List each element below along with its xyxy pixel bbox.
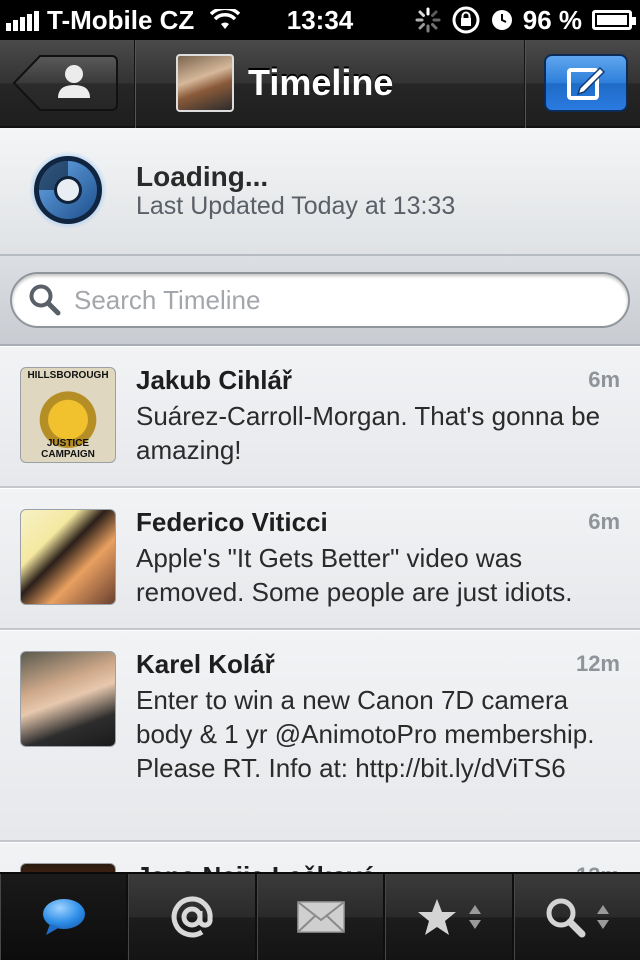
search-icon — [29, 284, 61, 316]
speech-bubble-icon — [42, 899, 85, 935]
tweet-time: 13m — [576, 863, 620, 872]
battery-percentage: 96 % — [522, 4, 582, 35]
tweet-author: Federico Viticci — [136, 507, 328, 537]
search-bar — [0, 256, 640, 346]
tweet-avatar[interactable] — [20, 509, 116, 605]
battery-icon — [592, 10, 636, 30]
navigation-bar: Timeline — [0, 40, 640, 128]
tab-bar — [0, 872, 640, 960]
tweet-row[interactable]: HILLSBOROUGH JUSTICE CAMPAIGN Jakub Cihl… — [0, 346, 640, 488]
tweet-author: Karel Kolář — [136, 649, 275, 679]
compose-icon — [567, 66, 606, 100]
back-button[interactable] — [12, 54, 118, 112]
tab-messages[interactable] — [256, 874, 386, 960]
tab-search[interactable] — [513, 874, 640, 960]
signal-strength-icon — [6, 9, 39, 31]
tweet-time: 12m — [575, 651, 620, 676]
timeline-title-group[interactable]: Timeline — [176, 54, 393, 112]
alarm-clock-icon — [491, 10, 512, 30]
last-updated-label: Last Updated Today at 13:33 — [136, 192, 456, 220]
loading-spinner-icon — [29, 151, 107, 229]
tweet-avatar[interactable] — [20, 863, 116, 872]
pull-to-refresh-area: Loading... Last Updated Today at 13:33 — [0, 128, 640, 256]
page-title: Timeline — [248, 62, 394, 103]
tweet-avatar[interactable]: HILLSBOROUGH JUSTICE CAMPAIGN — [20, 367, 116, 463]
tab-mentions[interactable] — [128, 874, 257, 960]
tweet-row[interactable]: Jana Nejja Lečková 13m — [0, 842, 640, 872]
tweet-author: Jana Nejja Lečková — [136, 861, 376, 872]
tab-timeline[interactable] — [0, 874, 129, 960]
tweet-avatar[interactable] — [20, 651, 116, 747]
tweet-time: 6m — [588, 367, 620, 392]
user-avatar[interactable] — [176, 54, 234, 112]
activity-spinner-icon — [415, 7, 441, 33]
carrier-label: T-Mobile CZ — [47, 4, 195, 35]
search-field-container[interactable] — [10, 272, 630, 328]
status-bar: T-Mobile CZ 13:34 96 % — [0, 0, 640, 40]
tab-favorites[interactable] — [385, 874, 514, 960]
star-icon — [417, 899, 456, 935]
search-input[interactable] — [74, 284, 594, 316]
rotation-lock-icon — [452, 6, 480, 34]
envelope-icon — [296, 901, 345, 933]
tweet-time: 6m — [588, 509, 620, 534]
tweet-row[interactable]: Karel Kolář 12m Enter to win a new Canon… — [0, 630, 640, 842]
wifi-icon — [210, 9, 241, 29]
search-icon — [546, 898, 586, 938]
tweet-list[interactable]: HILLSBOROUGH JUSTICE CAMPAIGN Jakub Cihl… — [0, 346, 640, 872]
tweet-row[interactable]: Federico Viticci 6m Apple's "It Gets Bet… — [0, 488, 640, 630]
compose-button[interactable] — [544, 54, 628, 112]
tweet-author: Jakub Cihlář — [136, 365, 293, 395]
switch-arrows-icon — [597, 905, 610, 929]
switch-arrows-icon — [468, 905, 481, 929]
loading-title: Loading... — [136, 161, 269, 192]
at-sign-icon — [171, 896, 213, 938]
